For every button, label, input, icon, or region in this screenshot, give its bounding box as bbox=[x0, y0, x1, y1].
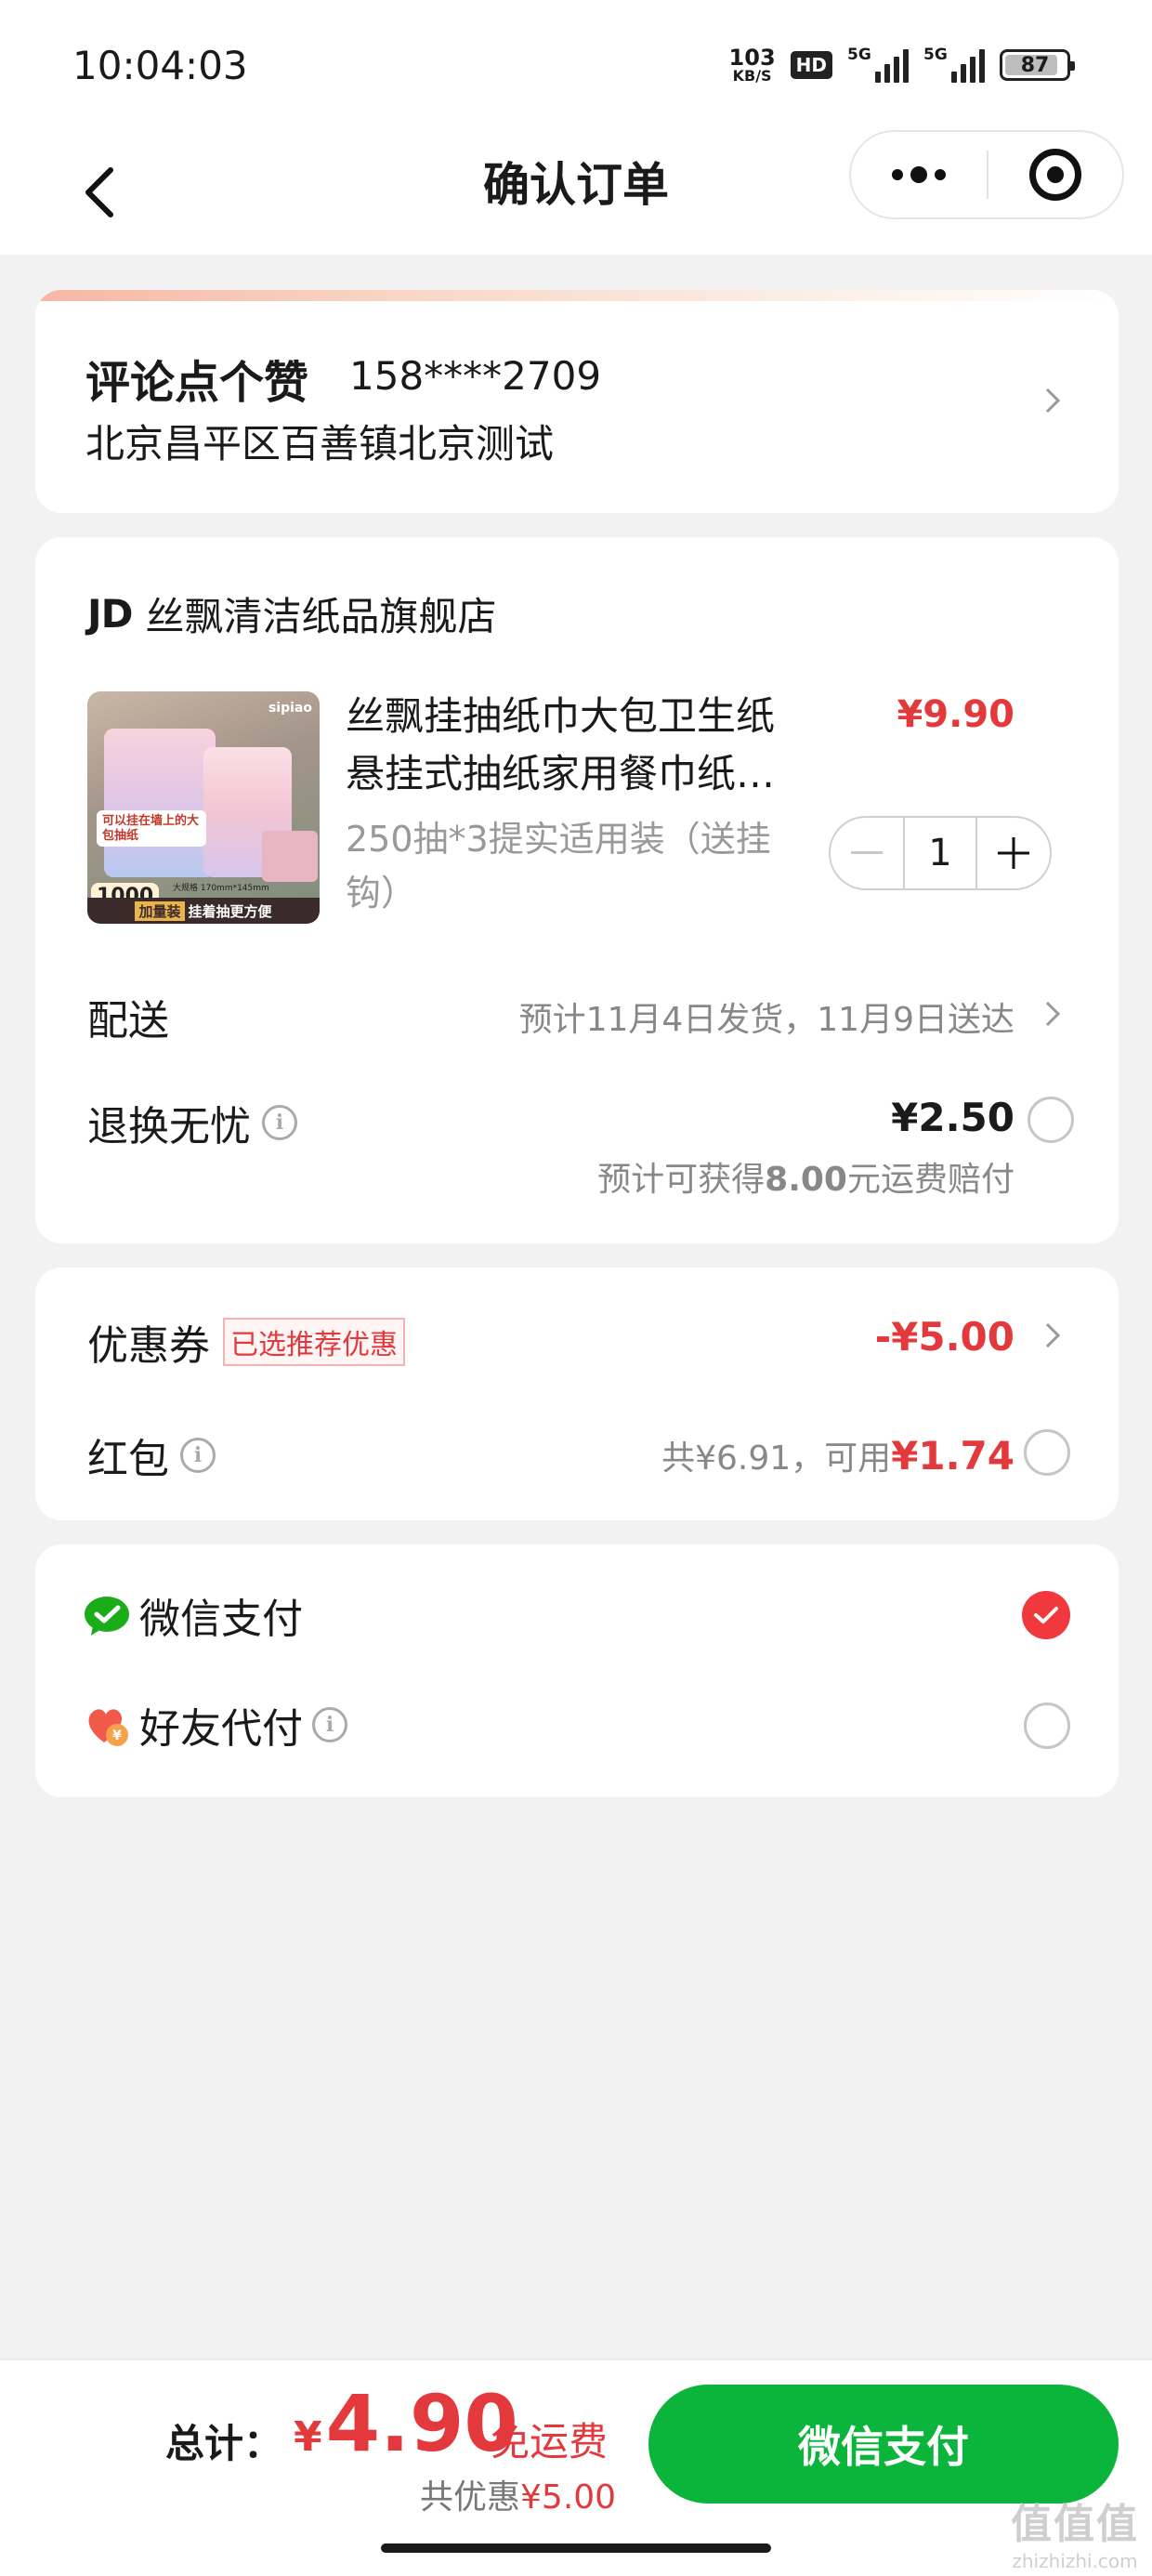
product-image[interactable]: sipiao 可以挂在墙上的大包抽纸 1000 大规格 170mm*145mm … bbox=[87, 691, 320, 924]
total-label: 总计： bbox=[165, 2421, 283, 2466]
nav-bar: 确认订单 bbox=[0, 130, 1152, 255]
chevron-right-icon bbox=[1039, 387, 1067, 414]
product-price: ¥9.90 bbox=[897, 693, 1015, 736]
mini-program-capsule bbox=[849, 130, 1124, 219]
chevron-left-icon bbox=[85, 167, 113, 217]
battery-icon: 87 bbox=[1000, 49, 1075, 81]
total-discount: 共优惠¥5.00 bbox=[420, 2478, 617, 2517]
signal-5g-icon-2: 5G bbox=[923, 46, 985, 83]
store-name: 丝飘清洁纸品旗舰店 bbox=[145, 594, 497, 639]
red-packet-label: 红包 i bbox=[87, 1426, 216, 1485]
wechat-pay-label: 微信支付 bbox=[139, 1596, 303, 1643]
friend-pay-option[interactable]: ¥ 好友代付 i bbox=[84, 1695, 347, 1755]
plus-icon bbox=[998, 837, 1029, 869]
svg-text:¥: ¥ bbox=[112, 1728, 122, 1743]
return-insurance-radio[interactable] bbox=[1028, 1097, 1074, 1143]
shipping-estimate[interactable]: 预计11月4日发货，11月9日送达 bbox=[519, 992, 1015, 1041]
store-header[interactable]: JD 丝飘清洁纸品旗舰店 bbox=[87, 585, 497, 642]
wechat-pay-option[interactable]: 微信支付 bbox=[84, 1585, 303, 1645]
product-image-tagline: 可以挂在墙上的大包抽纸 bbox=[97, 810, 206, 848]
address-detail: 北京昌平区百善镇北京测试 bbox=[85, 421, 555, 467]
status-icons: 103 KB/S HD 5G 5G 87 bbox=[729, 46, 1075, 84]
wechat-pay-checked-icon[interactable] bbox=[1022, 1591, 1070, 1639]
info-icon[interactable]: i bbox=[180, 1438, 216, 1473]
network-speed: 103 KB/S bbox=[729, 46, 776, 84]
return-insurance-note: 预计可获得8.00元运费赔付 bbox=[597, 1161, 1015, 1199]
quantity-stepper: 1 bbox=[829, 816, 1052, 890]
product-spec: 250抽*3提实适用装（送挂 钩） bbox=[346, 819, 771, 913]
jd-logo: JD bbox=[87, 591, 133, 637]
free-shipping-label: 免运费 bbox=[491, 2419, 609, 2464]
status-time: 10:04:03 bbox=[72, 43, 248, 88]
shipping-label: 配送 bbox=[87, 997, 169, 1045]
signal-5g-icon: 5G bbox=[847, 46, 909, 83]
return-insurance-label: 退换无忧 i bbox=[87, 1093, 297, 1152]
address-gradient-strip bbox=[35, 290, 1119, 301]
chevron-right-icon bbox=[1039, 1000, 1067, 1028]
hd-voice-icon: HD bbox=[790, 51, 832, 79]
coupon-row[interactable]: 优惠券 已选推荐优惠 bbox=[87, 1312, 405, 1372]
close-miniprogram-button[interactable] bbox=[988, 132, 1122, 217]
quantity-increase-button[interactable] bbox=[977, 818, 1050, 888]
red-packet-value: 共¥6.91，可用¥1.74 bbox=[661, 1433, 1015, 1479]
more-button[interactable] bbox=[851, 132, 987, 217]
payment-method-card: 微信支付 ¥ 好友代付 i bbox=[35, 1544, 1119, 1797]
wechat-pay-button[interactable]: 微信支付 bbox=[648, 2385, 1119, 2504]
return-insurance-price: ¥2.50 bbox=[891, 1095, 1015, 1140]
product-image-banner: 加量装 挂着抽更方便 bbox=[87, 898, 320, 924]
friend-pay-heart-icon: ¥ bbox=[88, 1709, 128, 1746]
network-speed-unit: KB/S bbox=[732, 67, 772, 85]
watermark: 值值值 zhizhizhi.com bbox=[1011, 2501, 1139, 2572]
chevron-right-icon bbox=[1039, 1321, 1067, 1349]
coupon-recommended-tag: 已选推荐优惠 bbox=[223, 1318, 405, 1366]
home-indicator[interactable] bbox=[381, 2543, 771, 2553]
quantity-value[interactable]: 1 bbox=[903, 818, 977, 888]
recipient-phone: 158****2709 bbox=[349, 353, 602, 399]
quantity-decrease-button[interactable] bbox=[831, 818, 903, 888]
minus-icon bbox=[851, 851, 883, 854]
product-image-spec: 大规格 170mm*145mm bbox=[173, 884, 269, 893]
target-circle-icon bbox=[1028, 149, 1081, 201]
friend-pay-radio[interactable] bbox=[1024, 1702, 1070, 1749]
more-dots-icon bbox=[892, 169, 903, 180]
address-card[interactable]: 评论点个赞 158****2709 北京昌平区百善镇北京测试 bbox=[35, 290, 1119, 513]
product-image-brand: sipiao bbox=[268, 701, 312, 716]
friend-pay-label: 好友代付 bbox=[139, 1705, 303, 1753]
status-bar: 10:04:03 103 KB/S HD 5G 5G 87 bbox=[0, 0, 1152, 130]
wechat-icon bbox=[85, 1597, 129, 1636]
total-amount: ¥ 4.90 bbox=[294, 2378, 518, 2469]
battery-level: 87 bbox=[1020, 53, 1050, 77]
back-button[interactable] bbox=[58, 151, 141, 234]
discount-card: 优惠券 已选推荐优惠 -¥5.00 红包 i 共¥6.91，可用¥1.74 bbox=[35, 1268, 1119, 1520]
info-icon[interactable]: i bbox=[312, 1707, 347, 1742]
network-speed-value: 103 bbox=[728, 45, 776, 71]
product-title[interactable]: 丝飘挂抽纸巾大包卫生纸 悬挂式抽纸家用餐巾纸… bbox=[346, 688, 866, 803]
red-packet-radio[interactable] bbox=[1024, 1429, 1070, 1476]
coupon-label: 优惠券 bbox=[87, 1322, 210, 1370]
info-icon[interactable]: i bbox=[262, 1105, 297, 1140]
coupon-amount: -¥5.00 bbox=[874, 1314, 1015, 1360]
product-card: JD 丝飘清洁纸品旗舰店 sipiao 可以挂在墙上的大包抽纸 1000 大规格… bbox=[35, 537, 1119, 1243]
recipient-name: 评论点个赞 bbox=[85, 357, 309, 409]
